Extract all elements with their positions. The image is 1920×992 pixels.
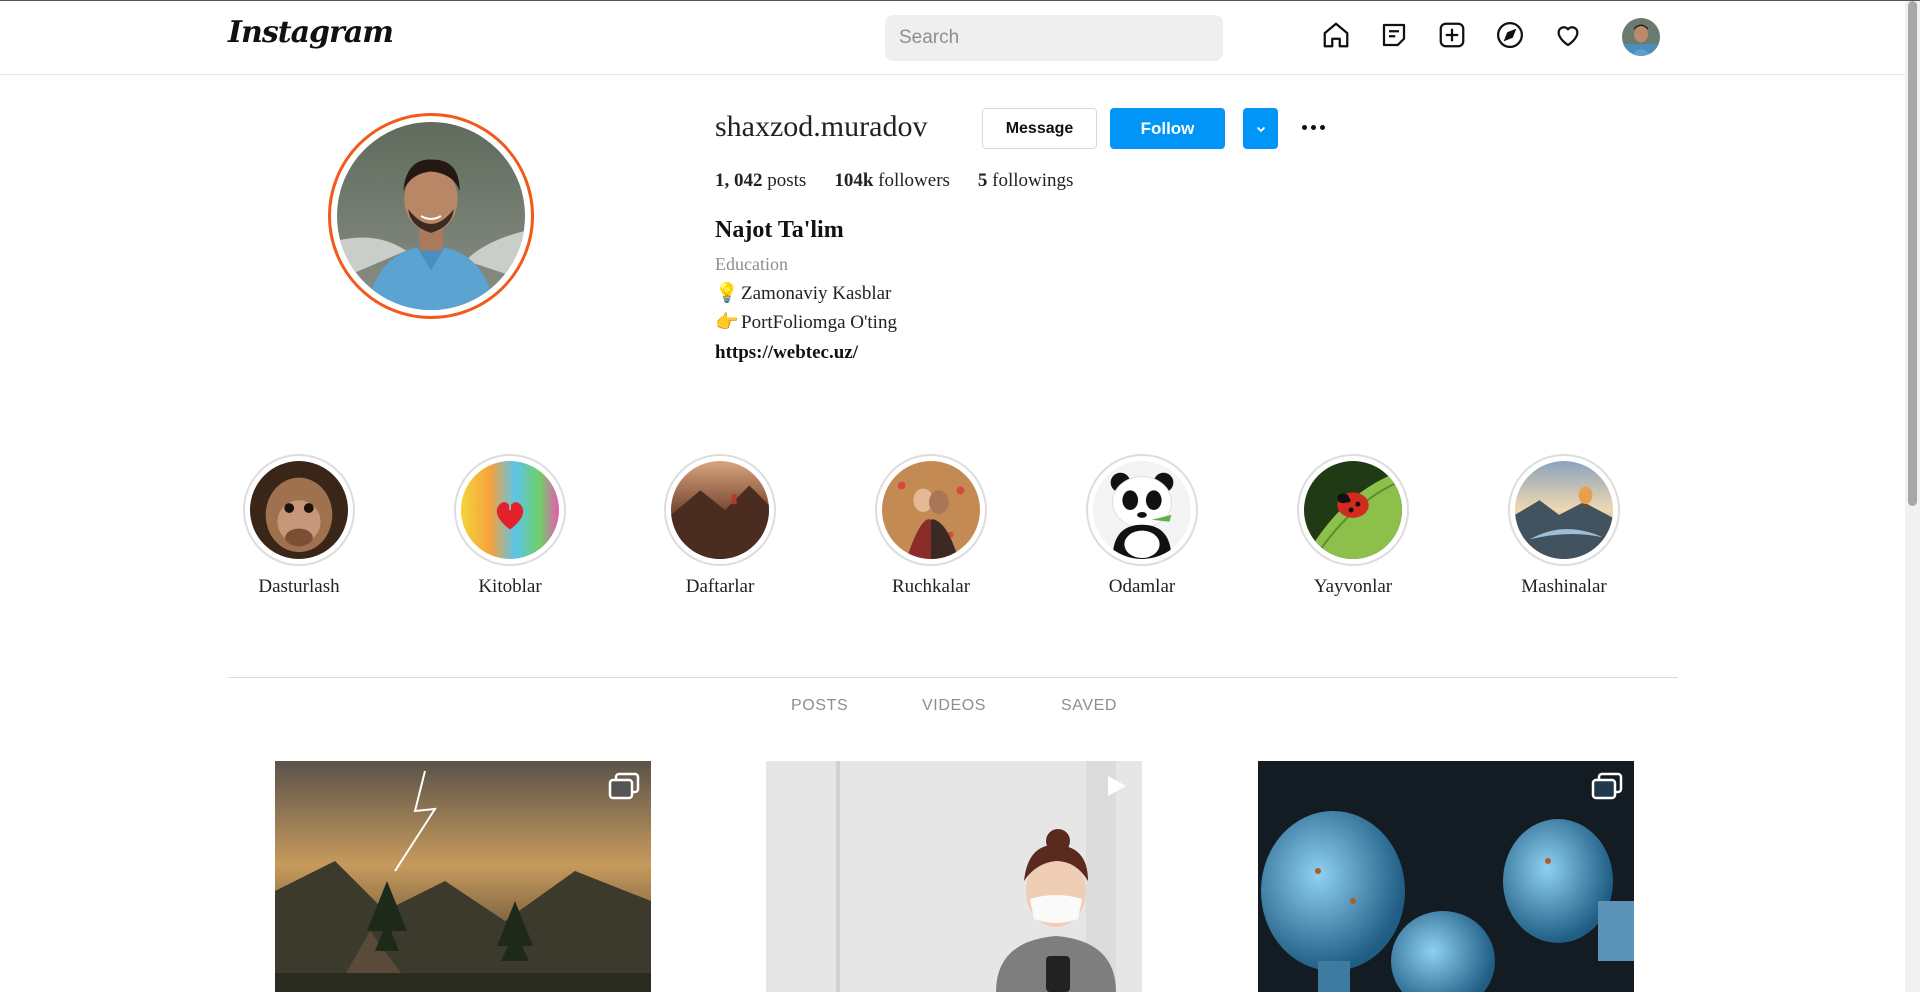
highlight-cover — [1093, 461, 1191, 559]
highlight-kitoblar[interactable]: Kitoblar — [440, 454, 580, 598]
highlight-label: Dasturlash — [258, 576, 340, 597]
pointing-hand-emoji: 👉 — [715, 312, 739, 333]
home-icon[interactable] — [1320, 19, 1352, 51]
profile-avatar[interactable] — [1622, 18, 1660, 56]
following-stat[interactable]: 5 followings — [978, 170, 1074, 192]
profile-category: Education — [715, 254, 788, 274]
highlight-cover — [1304, 461, 1402, 559]
highlight-label: Yayvonlar — [1313, 576, 1393, 597]
profile-full-name: Najot Ta'lim — [715, 217, 844, 243]
lightbulb-emoji: 💡 — [715, 283, 739, 304]
search-placeholder: Search — [899, 27, 960, 48]
profile-username: shaxzod.muradov — [715, 110, 928, 143]
highlight-label: Daftarlar — [685, 576, 755, 597]
highlight-cover — [671, 461, 769, 559]
tab-videos[interactable]: VIDEOS — [922, 697, 986, 715]
followers-count: 104k — [834, 170, 874, 191]
following-count: 5 — [977, 170, 988, 191]
bio-text: Zamonaviy Kasblar — [741, 283, 892, 304]
follow-button[interactable]: Follow — [1110, 108, 1225, 149]
following-label: followings — [992, 170, 1074, 191]
posts-stat[interactable]: 1, 042 posts — [715, 170, 806, 192]
bio-text: PortFoliomga O'ting — [741, 312, 897, 333]
highlight-ruchkalar[interactable]: Ruchkalar — [861, 454, 1001, 598]
nav-icons — [1320, 19, 1584, 51]
message-button[interactable]: Message — [982, 108, 1097, 149]
multiple-images-icon — [1591, 772, 1623, 800]
top-navbar: Instagram Search — [0, 1, 1905, 75]
bio-line: 💡 Zamonaviy Kasblar — [715, 281, 891, 305]
highlight-label: Mashinalar — [1521, 576, 1607, 597]
tab-saved[interactable]: SAVED — [1061, 697, 1117, 715]
explore-icon[interactable] — [1494, 19, 1526, 51]
highlight-mashinalar[interactable]: Mashinalar — [1494, 454, 1634, 598]
posts-label: posts — [767, 170, 807, 191]
profile-picture-ring[interactable] — [328, 113, 534, 319]
search-input[interactable]: Search — [885, 15, 1223, 61]
highlight-cover — [882, 461, 980, 559]
messages-icon[interactable] — [1378, 19, 1410, 51]
highlight-dasturlash[interactable]: Dasturlash — [229, 454, 369, 598]
followers-stat[interactable]: 104k followers — [834, 170, 950, 192]
post-thumbnail[interactable] — [275, 761, 651, 992]
instagram-logo[interactable]: Instagram — [228, 15, 394, 50]
profile-stats: 1, 042 posts 104k followers 5 followings — [715, 170, 1073, 192]
scrollbar-thumb[interactable] — [1908, 1, 1917, 506]
tabs-divider — [228, 677, 1678, 678]
highlight-odamlar[interactable]: Odamlar — [1072, 454, 1212, 598]
post-thumbnail[interactable] — [766, 761, 1142, 992]
new-post-icon[interactable] — [1436, 19, 1468, 51]
page-scrollbar[interactable] — [1905, 1, 1920, 992]
profile-website-link[interactable]: https://webtec.uz/ — [715, 342, 858, 364]
posts-count: 1, 042 — [715, 170, 763, 191]
video-play-icon — [1108, 776, 1126, 796]
highlight-daftarlar[interactable]: Daftarlar — [650, 454, 790, 598]
multiple-images-icon — [608, 772, 640, 800]
suggested-dropdown-button[interactable] — [1243, 108, 1278, 149]
highlight-yayvonlar[interactable]: Yayvonlar — [1283, 454, 1423, 598]
highlight-label: Kitoblar — [478, 576, 542, 597]
highlight-cover — [461, 461, 559, 559]
highlight-cover — [250, 461, 348, 559]
highlight-label: Ruchkalar — [891, 576, 971, 597]
activity-heart-icon[interactable] — [1552, 19, 1584, 51]
followers-label: followers — [878, 170, 950, 191]
chevron-down-icon — [1256, 126, 1265, 132]
more-options-icon[interactable] — [1298, 116, 1328, 138]
post-thumbnail[interactable] — [1258, 761, 1634, 992]
highlight-cover — [1515, 461, 1613, 559]
highlight-label: Odamlar — [1108, 576, 1176, 597]
tab-posts[interactable]: POSTS — [791, 697, 848, 715]
bio-line: 👉 PortFoliomga O'ting — [715, 310, 897, 334]
profile-picture — [337, 122, 525, 310]
